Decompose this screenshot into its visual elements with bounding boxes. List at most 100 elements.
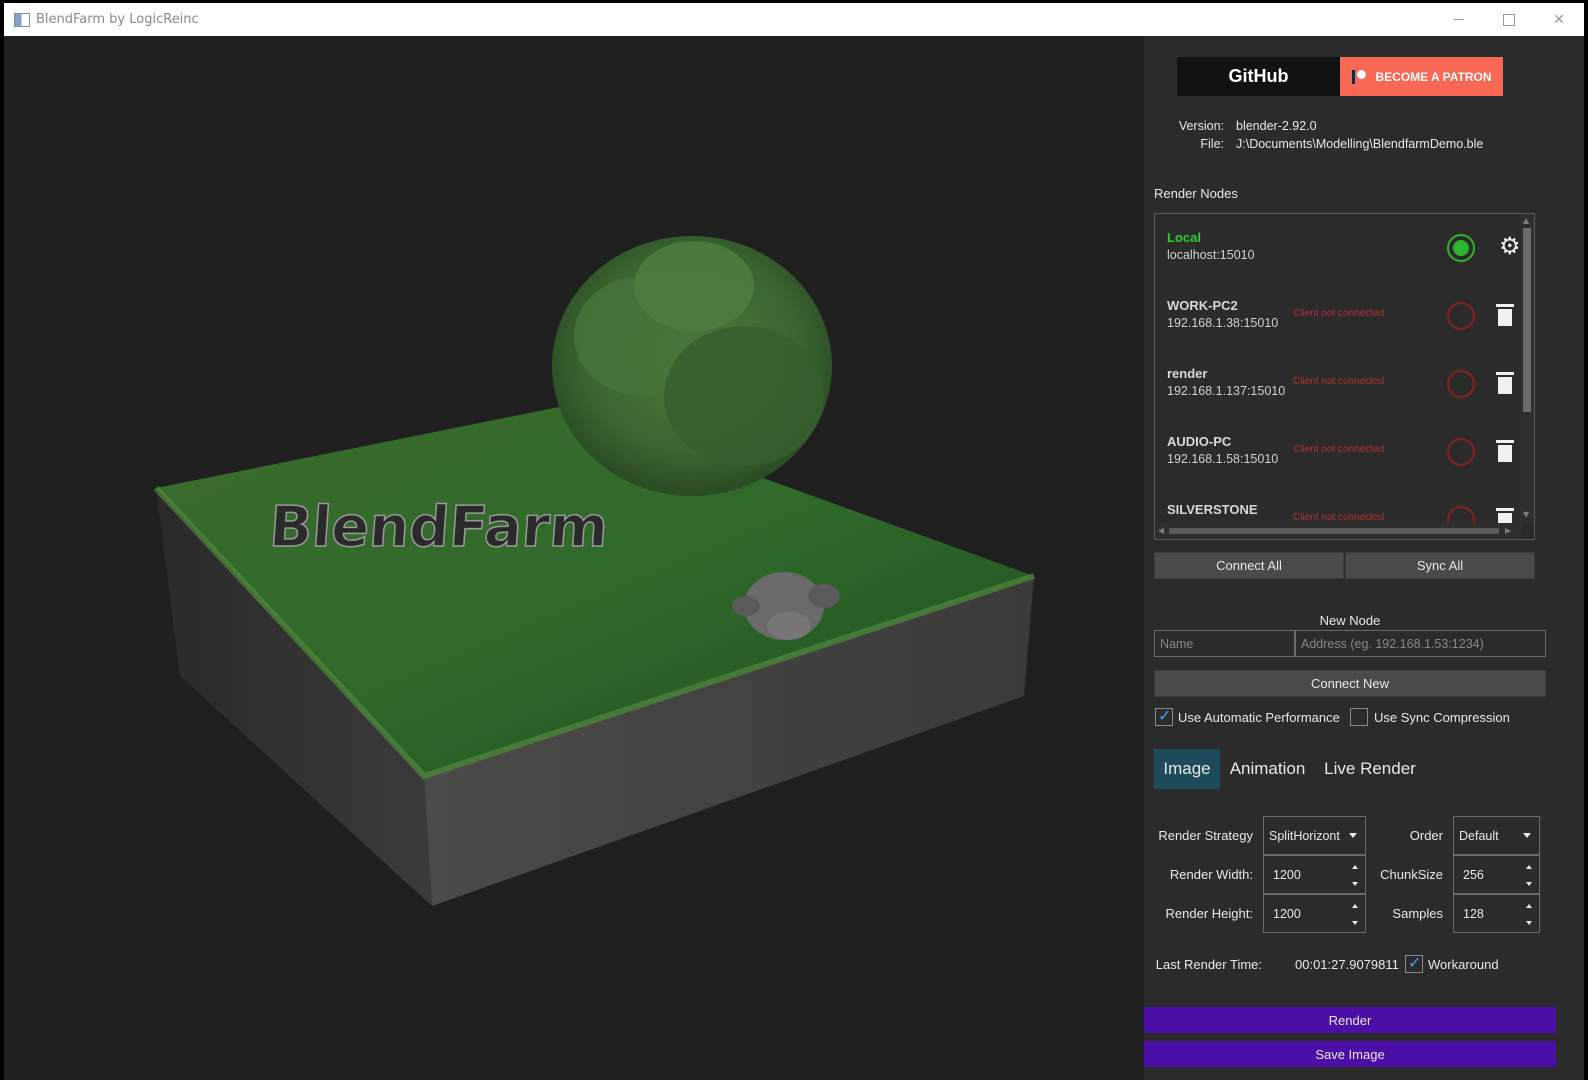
node-address: 192.168.1.58:15010 (1167, 452, 1279, 466)
order-select[interactable]: Default (1453, 816, 1540, 855)
tab-image[interactable]: Image (1154, 749, 1220, 789)
file-label: File: (1200, 137, 1224, 151)
chunk-size-label: ChunkSize (1380, 867, 1443, 882)
sync-compression-checkbox[interactable] (1350, 708, 1368, 726)
node-address: 192.168.1.38:15010 (1167, 316, 1279, 330)
decrement-icon[interactable] (1526, 882, 1532, 886)
decrement-icon[interactable] (1352, 921, 1358, 925)
window-title: BlendFarm by LogicReinc (36, 12, 199, 27)
node-item-render[interactable]: render 192.168.1.137:15010 Client not co… (1155, 350, 1519, 418)
patreon-icon (1351, 69, 1366, 84)
scroll-right-icon[interactable]: ▶ (1505, 526, 1511, 535)
scroll-up-icon[interactable]: ▲ (1523, 216, 1529, 225)
render-height-input[interactable]: 1200 (1263, 894, 1366, 933)
render-button[interactable]: Render (1144, 1007, 1556, 1033)
render-viewport: BlendFarm (4, 36, 1144, 1080)
trash-icon[interactable] (1496, 304, 1514, 326)
increment-icon[interactable] (1526, 904, 1532, 908)
workaround-checkbox[interactable] (1405, 953, 1423, 973)
node-name: Local (1167, 230, 1201, 245)
trash-icon[interactable] (1496, 440, 1514, 462)
increment-icon[interactable] (1352, 904, 1358, 908)
connected-status-icon[interactable] (1447, 234, 1475, 262)
become-patron-button[interactable]: BECOME A PATRON (1340, 57, 1503, 96)
render-nodes-title: Render Nodes (1154, 186, 1238, 201)
workaround-label: Workaround (1428, 957, 1499, 972)
node-address: 192.168.1.137:15010 (1167, 384, 1286, 398)
sync-all-button[interactable]: Sync All (1345, 552, 1535, 579)
node-status-text: Client not connected (1293, 308, 1385, 319)
node-item-audio-pc[interactable]: AUDIO-PC 192.168.1.58:15010 Client not c… (1155, 418, 1519, 486)
node-status-text: Client not connected (1293, 376, 1385, 387)
minimize-button[interactable] (1434, 3, 1484, 36)
node-name: render (1167, 366, 1208, 381)
node-item-local[interactable]: Local localhost:15010 ⚙ (1155, 214, 1521, 282)
gear-icon[interactable]: ⚙ (1499, 232, 1521, 260)
disconnected-status-icon[interactable] (1447, 302, 1475, 330)
github-button[interactable]: GitHub (1177, 57, 1340, 96)
tab-live-render[interactable]: Live Render (1318, 749, 1422, 789)
node-name: WORK-PC2 (1167, 298, 1238, 313)
order-label: Order (1409, 828, 1443, 843)
scroll-down-icon[interactable]: ▼ (1523, 510, 1529, 519)
last-render-time-label: Last Render Time: (1155, 957, 1262, 972)
app-icon (14, 12, 30, 27)
scrollbar-thumb[interactable] (1169, 528, 1499, 534)
increment-icon[interactable] (1352, 865, 1358, 869)
maximize-button[interactable] (1484, 3, 1534, 36)
decrement-icon[interactable] (1352, 882, 1358, 886)
disconnected-status-icon[interactable] (1447, 370, 1475, 398)
tab-animation[interactable]: Animation (1224, 749, 1311, 789)
samples-input[interactable]: 128 (1453, 894, 1540, 933)
render-nodes-list: Local localhost:15010 ⚙ WORK-PC2 192.168… (1154, 213, 1535, 540)
scroll-left-icon[interactable]: ◀ (1158, 526, 1164, 535)
new-node-title: New Node (1319, 613, 1381, 628)
chunk-size-value: 256 (1463, 867, 1484, 882)
render-strategy-select[interactable]: SplitHorizont (1263, 816, 1366, 855)
file-value: J:\Documents\Modelling\BlendfarmDemo.ble (1236, 137, 1484, 151)
node-name-input[interactable]: Name (1154, 630, 1295, 657)
sync-compression-label: Use Sync Compression (1374, 710, 1510, 725)
decrement-icon[interactable] (1526, 921, 1532, 925)
version-value: blender-2.92.0 (1236, 119, 1317, 133)
version-row: Version: blender-2.92.0 (1170, 119, 1317, 133)
save-image-button[interactable]: Save Image (1144, 1041, 1556, 1067)
nodes-vertical-scrollbar[interactable]: ▲ ▼ (1520, 214, 1534, 524)
connect-all-button[interactable]: Connect All (1154, 552, 1344, 579)
close-button[interactable]: ✕ (1534, 3, 1584, 36)
patron-label: BECOME A PATRON (1375, 69, 1492, 84)
node-item-work-pc2[interactable]: WORK-PC2 192.168.1.38:15010 Client not c… (1155, 282, 1519, 350)
render-width-label: Render Width: (1169, 867, 1253, 882)
render-preview-image: BlendFarm (153, 236, 1035, 906)
render-strategy-label: Render Strategy (1158, 828, 1253, 843)
auto-performance-label: Use Automatic Performance (1178, 710, 1340, 725)
scrollbar-thumb[interactable] (1523, 228, 1531, 412)
node-address-input[interactable]: Address (eg. 192.168.1.53:1234) (1295, 630, 1546, 657)
node-status-text: Client not connected (1293, 444, 1385, 455)
render-width-value: 1200 (1273, 867, 1301, 882)
side-panel: GitHub BECOME A PATRON Version: blender-2… (1144, 36, 1584, 1080)
disconnected-status-icon[interactable] (1447, 438, 1475, 466)
auto-performance-checkbox[interactable] (1155, 706, 1173, 726)
nodes-horizontal-scrollbar[interactable]: ◀ ▶ (1155, 523, 1522, 539)
scene-3d-text: BlendFarm (267, 495, 610, 560)
node-status-text: Client not connected (1293, 512, 1385, 523)
render-height-value: 1200 (1273, 906, 1301, 921)
chunk-size-input[interactable]: 256 (1453, 855, 1540, 894)
chevron-down-icon (1349, 833, 1357, 838)
trash-icon[interactable] (1496, 372, 1514, 394)
connect-new-button[interactable]: Connect New (1154, 670, 1546, 697)
chevron-down-icon (1523, 833, 1531, 838)
samples-value: 128 (1463, 906, 1484, 921)
increment-icon[interactable] (1526, 865, 1532, 869)
window-controls: ✕ (1434, 3, 1584, 36)
render-strategy-value: SplitHorizont (1269, 828, 1340, 843)
render-height-label: Render Height: (1165, 906, 1253, 921)
file-row: File: J:\Documents\Modelling\BlendfarmDem… (1170, 137, 1483, 151)
window-titlebar: BlendFarm by LogicReinc ✕ (4, 3, 1584, 36)
samples-label: Samples (1392, 906, 1443, 921)
tree (552, 236, 832, 496)
render-width-input[interactable]: 1200 (1263, 855, 1366, 894)
last-render-time-value: 00:01:27.9079811 (1295, 957, 1399, 972)
version-label: Version: (1178, 119, 1224, 133)
